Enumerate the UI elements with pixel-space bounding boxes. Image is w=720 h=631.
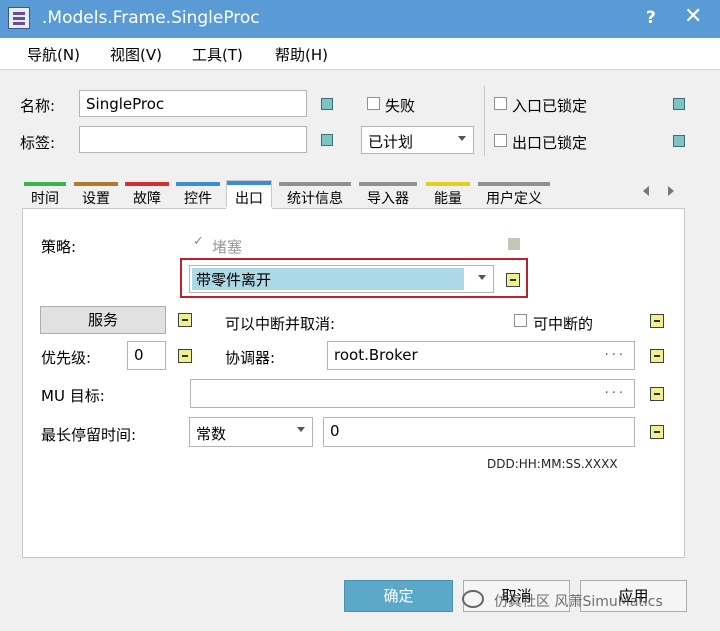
entrance-locked-inherit-icon[interactable] (673, 98, 685, 110)
name-input[interactable]: SingleProc (79, 90, 307, 117)
exit-locked-checkbox[interactable] (494, 134, 507, 147)
mu-target-inherit-icon[interactable] (650, 387, 664, 401)
priority-inherit-icon[interactable] (178, 349, 192, 363)
time-format-hint: DDD:HH:MM:SS.XXXX (487, 457, 618, 471)
interruptible-label: 可以中断并取消: (225, 315, 336, 333)
tab-energy[interactable]: 能量 (426, 182, 470, 208)
tab-color-bar (125, 182, 169, 186)
broker-inherit-icon[interactable] (650, 349, 664, 363)
broker-label: 协调器: (225, 349, 276, 367)
browse-dots-icon[interactable]: ··· (605, 386, 626, 401)
wechat-icon (462, 590, 484, 608)
tab-color-bar (359, 182, 417, 186)
tab-scroll-left-icon[interactable] (643, 186, 649, 196)
chevron-down-icon (458, 136, 466, 141)
broker-input[interactable]: root.Broker ··· (327, 341, 635, 370)
priority-input[interactable]: 0 (127, 341, 166, 370)
tab-color-bar (227, 181, 271, 185)
max-dwell-input-value: 0 (330, 422, 340, 440)
label-label: 标签: (20, 134, 56, 152)
tab-color-bar (74, 182, 118, 186)
menu-help[interactable]: 帮助(H) (275, 44, 328, 65)
help-button[interactable]: ? (646, 8, 656, 28)
entrance-locked-label: 入口已锁定 (512, 97, 588, 115)
tab-label: 设置 (82, 191, 110, 207)
blocking-inherit-icon (508, 238, 520, 250)
menu-bar: 导航(N) 视图(V) 工具(T) 帮助(H) (0, 38, 720, 70)
tab-color-bar (279, 182, 351, 186)
priority-label: 优先级: (41, 349, 92, 367)
label-inherit-icon[interactable] (321, 134, 333, 146)
tab-user-defined[interactable]: 用户定义 (478, 182, 550, 208)
tab-label: 用户定义 (486, 191, 542, 207)
tab-importer[interactable]: 导入器 (359, 182, 417, 208)
max-dwell-type-select[interactable]: 常数 (189, 417, 313, 447)
title-bar[interactable]: .Models.Frame.SingleProc ? ✕ (0, 0, 720, 38)
close-button[interactable]: ✕ (684, 4, 702, 29)
mu-target-input[interactable]: ··· (190, 379, 635, 408)
tab-color-bar (176, 182, 220, 186)
blocking-label: 堵塞 (212, 238, 243, 256)
tab-controls[interactable]: 控件 (176, 182, 220, 208)
name-label: 名称: (20, 97, 56, 115)
chevron-down-icon (297, 427, 305, 432)
tab-label: 控件 (184, 191, 212, 207)
label-input[interactable] (79, 126, 307, 153)
mu-target-label: MU 目标: (41, 387, 105, 405)
watermark-text: 仿真社区 风萧SimuMatics (494, 594, 663, 610)
service-button[interactable]: 服务 (40, 306, 166, 334)
strategy-select-value: 带零件离开 (196, 271, 272, 289)
menu-navigate[interactable]: 导航(N) (27, 44, 80, 65)
tab-scroll-right-icon[interactable] (668, 186, 674, 196)
browse-dots-icon[interactable]: ··· (605, 348, 626, 363)
tab-setup[interactable]: 设置 (74, 182, 118, 208)
max-dwell-input[interactable]: 0 (323, 417, 635, 447)
max-dwell-label: 最长停留时间: (41, 426, 137, 444)
service-inherit-icon[interactable] (178, 313, 192, 327)
interruptible-check-label: 可中断的 (533, 315, 594, 333)
tab-color-bar (478, 182, 550, 186)
priority-input-value: 0 (134, 346, 144, 364)
name-inherit-icon[interactable] (321, 98, 333, 110)
interruptible-checkbox[interactable] (514, 314, 527, 327)
chevron-down-icon (478, 275, 486, 280)
tab-label: 时间 (31, 191, 59, 207)
tab-exit[interactable]: 出口 (226, 180, 272, 210)
failed-checkbox[interactable] (367, 97, 380, 110)
broker-input-value: root.Broker (334, 346, 418, 364)
strategy-select[interactable]: 带零件离开 (189, 265, 494, 293)
tab-time[interactable]: 时间 (24, 182, 66, 208)
status-select-value: 已计划 (368, 133, 414, 151)
max-dwell-inherit-icon[interactable] (650, 425, 664, 439)
name-input-value: SingleProc (86, 95, 165, 113)
check-icon: ✓ (193, 234, 204, 249)
tab-failures[interactable]: 故障 (125, 182, 169, 208)
tab-label: 出口 (235, 191, 263, 207)
tab-label: 导入器 (367, 191, 409, 207)
tab-label: 统计信息 (287, 191, 343, 207)
exit-locked-inherit-icon[interactable] (673, 135, 685, 147)
max-dwell-type-value: 常数 (196, 425, 227, 443)
active-tab-joiner (226, 207, 272, 210)
exit-locked-label: 出口已锁定 (512, 134, 588, 152)
tab-label: 故障 (133, 191, 161, 207)
window-title: .Models.Frame.SingleProc (42, 8, 260, 28)
tab-label: 能量 (434, 191, 462, 207)
strategy-inherit-icon[interactable] (506, 273, 520, 287)
status-select[interactable]: 已计划 (361, 126, 474, 154)
ok-button[interactable]: 确定 (344, 580, 453, 612)
tab-statistics[interactable]: 统计信息 (279, 182, 351, 208)
interruptible-inherit-icon[interactable] (650, 314, 664, 328)
tab-color-bar (426, 182, 470, 186)
menu-tools[interactable]: 工具(T) (192, 44, 243, 65)
header-divider (484, 86, 485, 156)
tab-color-bar (24, 182, 66, 186)
menu-view[interactable]: 视图(V) (110, 44, 162, 65)
failed-label: 失败 (385, 97, 416, 115)
strategy-label: 策略: (41, 238, 77, 256)
app-icon (8, 7, 30, 29)
entrance-locked-checkbox[interactable] (494, 97, 507, 110)
